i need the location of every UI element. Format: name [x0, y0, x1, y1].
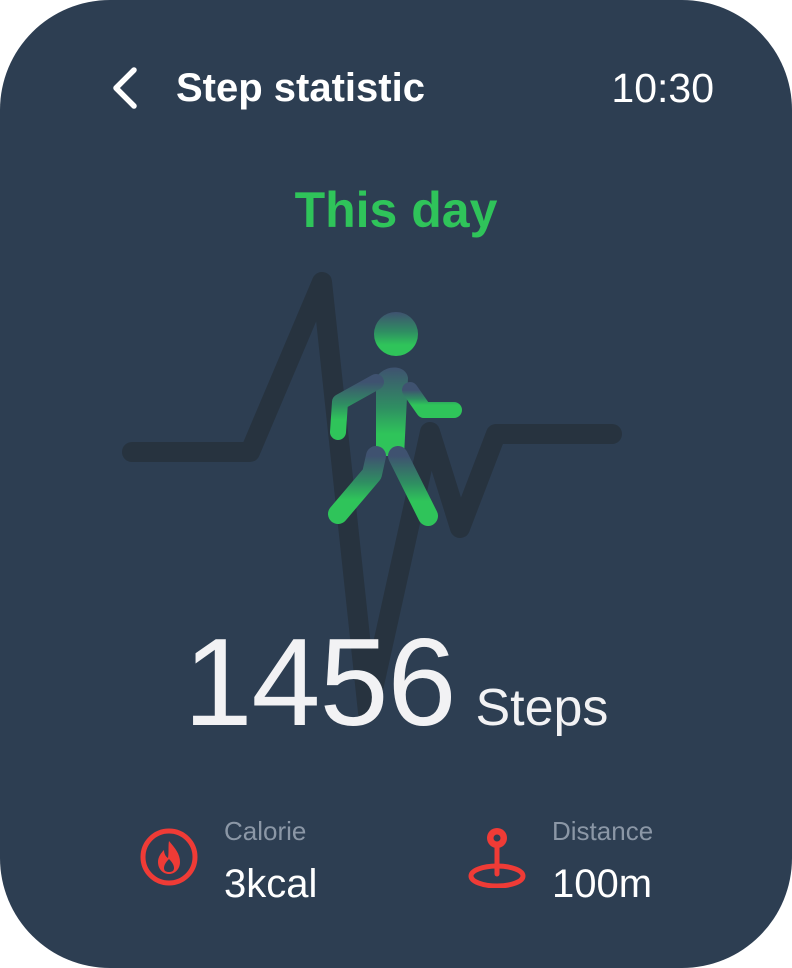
walking-person-icon [328, 312, 462, 526]
flame-icon [140, 828, 198, 886]
distance-value: 100m [552, 862, 653, 906]
chevron-left-icon [113, 67, 137, 109]
distance-stat: Distance 100m [466, 812, 716, 912]
distance-label: Distance [552, 816, 654, 846]
calorie-value: 3kcal [224, 862, 318, 906]
watch-screen: Step statistic 10:30 This day 1456 Steps… [0, 0, 792, 968]
page-title: Step statistic [176, 66, 425, 110]
steps-summary: 1456 Steps [0, 618, 792, 748]
back-button[interactable] [104, 62, 148, 114]
steps-count: 1456 [183, 614, 457, 752]
location-pin-icon [468, 828, 526, 888]
calorie-stat: Calorie 3kcal [138, 812, 388, 912]
clock-time: 10:30 [611, 65, 714, 111]
calorie-label: Calorie [224, 816, 307, 846]
period-label: This day [294, 182, 498, 238]
steps-unit: Steps [475, 679, 609, 737]
